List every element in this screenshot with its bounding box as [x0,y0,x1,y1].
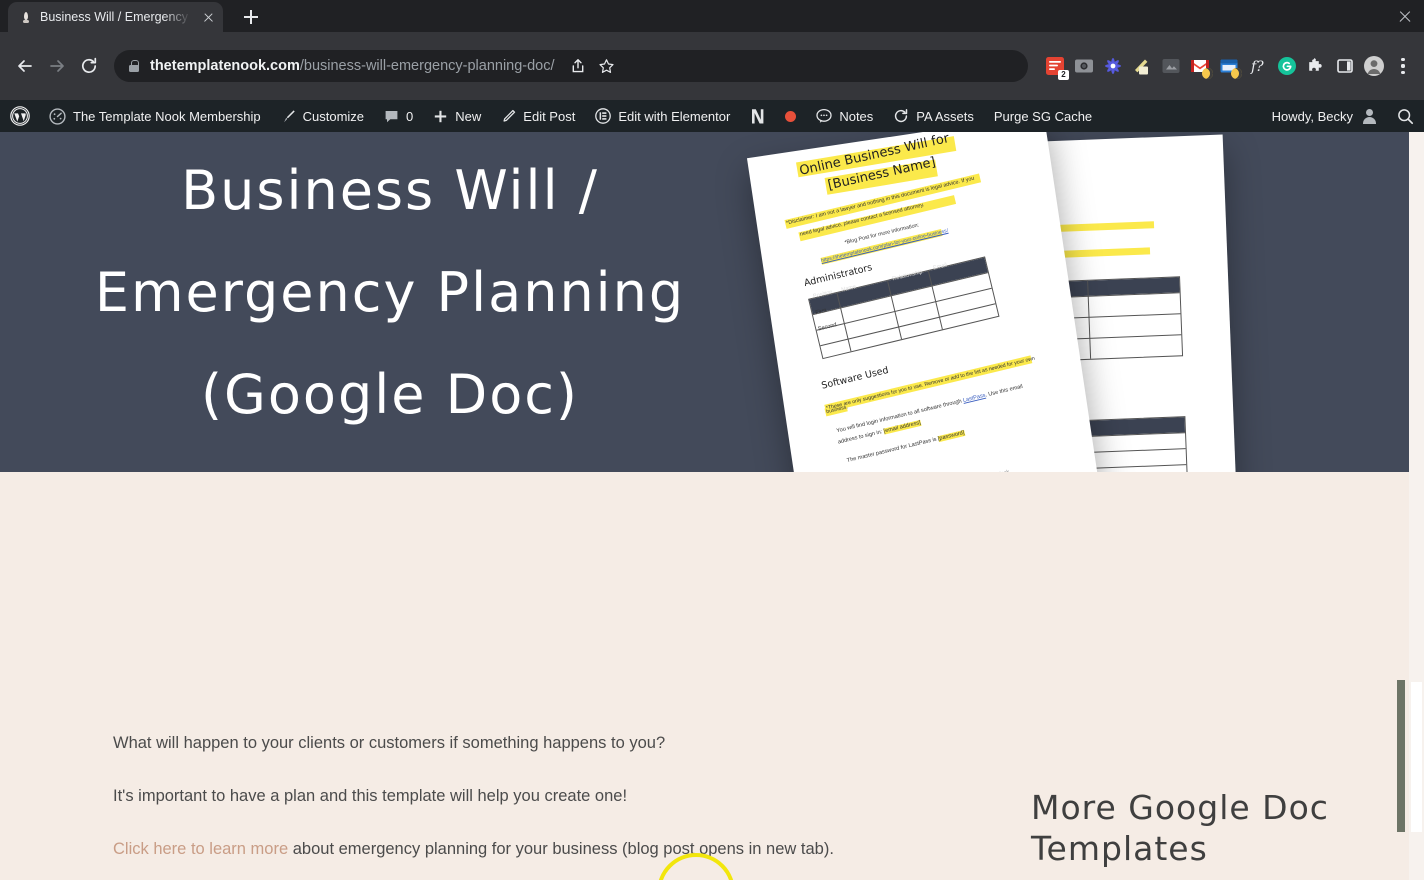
calendar-extension-icon[interactable] [1218,55,1242,79]
wordpress-logo-icon[interactable] [0,100,39,132]
adminbar-label-pa-assets: PA Assets [916,108,974,124]
adminbar-item-customize[interactable]: Customize [271,100,374,132]
svg-text:f?: f? [1250,59,1264,75]
paragraph-3: Click here to learn more about emergency… [113,836,893,862]
profile-avatar[interactable] [1363,55,1385,77]
tab-close-icon[interactable] [199,8,217,26]
adminbar-label-new: New [455,108,482,124]
kebab-menu-icon[interactable] [1392,55,1414,77]
adminbar-item-elementor[interactable]: Edit with Elementor [585,100,740,132]
puzzle-extensions-icon[interactable] [1305,55,1327,77]
notes-bubble-icon [816,108,832,123]
adminbar-item-notes[interactable]: Notes [806,100,883,132]
paragraph-1: What will happen to your clients or cust… [113,734,666,752]
adminbar-item-comments[interactable]: 0 [374,100,423,132]
elementor-icon [595,108,612,124]
side-panel-icon[interactable] [1334,55,1356,77]
browser-tab[interactable]: Business Will / Emergency Plan [8,2,223,32]
todoist-extension-icon[interactable]: 2 [1044,55,1069,80]
adminbar-label-membership: The Template Nook Membership [73,108,261,124]
address-bar[interactable]: thetemplatenook.com/business-will-emerge… [114,50,1028,82]
forward-arrow-icon[interactable] [42,51,72,81]
wordpress-admin-bar: The Template Nook Membership Customize 0… [0,100,1424,132]
search-icon [1398,108,1414,124]
page-content: Business Will / Emergency Planning (Goog… [0,132,1424,880]
adminbar-item-purge-cache[interactable]: Purge SG Cache [984,100,1102,132]
star-icon[interactable] [594,53,620,79]
hero-title-line-2: Emergency Planning [94,261,686,324]
adminbar-right-group: Howdy, Becky [1262,100,1424,132]
screenshot-camera-extension-icon[interactable] [1073,55,1095,77]
learn-more-link[interactable]: Click here to learn more [113,840,288,858]
browser-chrome: Business Will / Emergency Plan thetempla… [0,0,1424,100]
paragraph-2: It's important to have a plan and this t… [113,787,628,806]
cloud-app-extension-icon[interactable] [1160,55,1182,77]
adminbar-label-purge-cache: Purge SG Cache [993,108,1093,124]
back-arrow-icon[interactable] [10,51,40,81]
new-tab-button[interactable] [237,3,265,31]
highlighter-pen-extension-icon[interactable] [1131,55,1153,77]
extension-toolbar: 2 f? [1038,55,1414,80]
plus-icon [435,110,447,122]
paintbrush-icon [283,109,295,122]
comment-bubble-icon [385,110,398,122]
adminbar-item-new[interactable]: New [423,100,491,132]
reload-icon[interactable] [74,51,104,81]
adminbar-label-notes: Notes [839,108,874,124]
tab-favicon-icon [20,11,32,24]
refresh-assets-icon [895,109,908,123]
adminbar-howdy[interactable]: Howdy, Becky [1262,108,1387,124]
gmail-moon-badge-icon [1202,68,1213,79]
yoast-seo-icon [752,108,764,123]
adminbar-label-edit-post: Edit Post [523,108,576,124]
page-scrollbar-thumb[interactable] [1411,682,1422,832]
sidebar-scrollbar-thumb[interactable] [1397,680,1405,832]
hero-title-line-1: Business Will / [181,159,599,222]
grammarly-extension-icon[interactable] [1276,55,1298,77]
hero-title-line-3: (Google Doc) [200,363,580,426]
url-text: thetemplatenook.com/business-will-emerge… [150,58,555,74]
dashboard-speedometer-icon [49,107,66,125]
tab-strip: Business Will / Emergency Plan [0,0,1424,32]
howdy-label: Howdy, Becky [1271,108,1353,124]
page-title: Business Will / Emergency Planning (Goog… [0,140,780,446]
adminbar-label-elementor: Edit with Elementor [618,108,731,124]
adminbar-label-customize: Customize [302,108,365,124]
window-close-icon[interactable] [1396,7,1414,25]
adminbar-item-edit-post[interactable]: Edit Post [491,100,585,132]
sidebar-heading: More Google Doc Templates [1031,788,1329,868]
adminbar-label-comments: 0 [406,108,414,124]
omnibox-row: thetemplatenook.com/business-will-emerge… [0,32,1424,100]
gmail-extension-icon[interactable] [1189,55,1213,79]
template-preview-images: Value $2000 $50/year rgency. hey need a … [746,132,1320,472]
share-icon[interactable] [565,53,591,79]
tab-title: Business Will / Emergency Plan [40,10,191,24]
todoist-badge-count: 2 [1058,70,1069,80]
adminbar-search-button[interactable] [1387,100,1424,132]
loom-flower-extension-icon[interactable] [1102,55,1124,77]
adminbar-item-pa-assets[interactable]: PA Assets [883,100,984,132]
adminbar-item-yoast[interactable] [740,100,775,132]
page-scrollbar-track[interactable] [1409,132,1424,880]
template-preview-page-1: Online Business Will for [Business Name]… [746,132,1102,472]
learn-more-rest: about emergency planning for your busine… [288,840,834,859]
adminbar-item-status[interactable] [775,100,806,132]
url-path: /business-will-emergency-planning-doc/ [299,58,555,74]
red-status-dot-icon [785,110,797,122]
fontface-ninja-extension-icon[interactable]: f? [1247,55,1269,77]
pencil-icon [503,109,516,122]
user-avatar-icon [1361,108,1377,124]
more-templates-sidebar: More Google Doc Templates Email Signatur… [1031,787,1391,880]
intro-copy: What will happen to your clients or cust… [113,730,893,880]
url-domain: thetemplatenook.com [150,58,300,74]
adminbar-item-membership[interactable]: The Template Nook Membership [39,100,271,132]
hero-section: Business Will / Emergency Planning (Goog… [0,132,1424,472]
calendar-moon-badge-icon [1231,68,1242,79]
lock-icon [128,59,140,73]
